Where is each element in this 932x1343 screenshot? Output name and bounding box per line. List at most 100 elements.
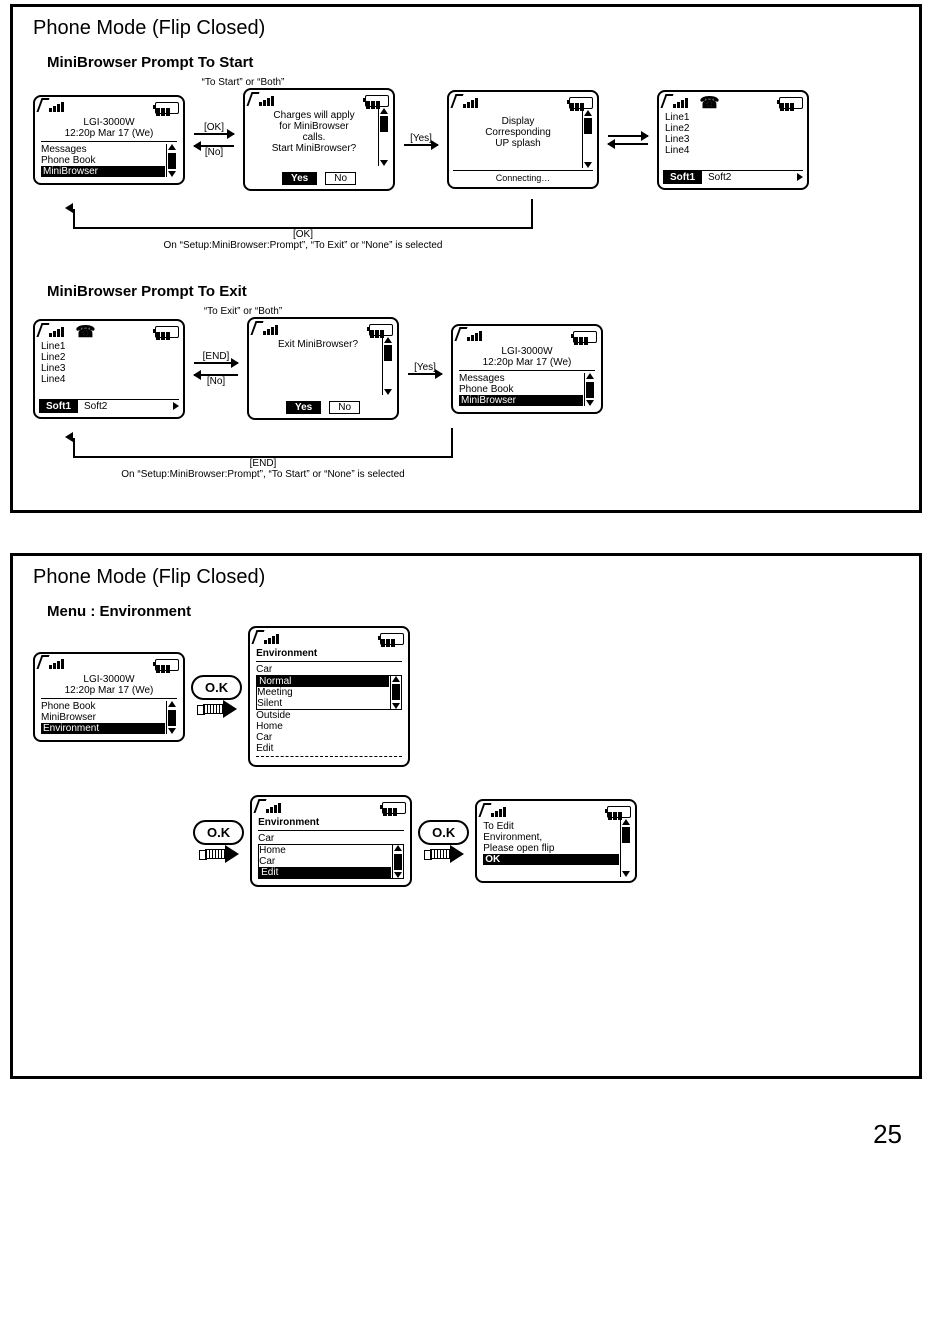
prompt-line: calls. bbox=[251, 132, 377, 143]
phone-screen-lines-a: ☎ Line1 Line2 Line3 Line4 Soft1 Soft2 bbox=[657, 90, 809, 190]
env-current: Car bbox=[258, 833, 404, 844]
env-item[interactable]: Silent bbox=[257, 698, 389, 709]
ok-pill[interactable]: O.K bbox=[193, 820, 244, 845]
label-no-b: [No] bbox=[207, 376, 225, 387]
menu-item-selected[interactable]: MiniBrowser bbox=[41, 166, 165, 177]
label-yes-b: [Yes] bbox=[414, 362, 436, 373]
yes-button[interactable]: Yes bbox=[286, 401, 321, 414]
signal-icon bbox=[263, 323, 285, 335]
top-label-b: “To Exit” or “Both” bbox=[153, 306, 333, 317]
env-item[interactable]: Meeting bbox=[257, 687, 389, 698]
antenna-icon bbox=[246, 92, 259, 106]
menu-item-selected[interactable]: Environment bbox=[41, 723, 165, 734]
antenna-icon bbox=[250, 321, 263, 335]
ok-pill[interactable]: O.K bbox=[191, 675, 242, 700]
label-end: [END] bbox=[203, 351, 230, 362]
yes-button[interactable]: Yes bbox=[282, 172, 317, 185]
label-end-low: [END] bbox=[250, 458, 277, 469]
menu-item[interactable]: Phone Book bbox=[41, 701, 165, 712]
scrollbar[interactable] bbox=[166, 144, 177, 177]
line-item: Line3 bbox=[665, 134, 801, 145]
no-button[interactable]: No bbox=[329, 401, 360, 414]
antenna-icon bbox=[36, 323, 49, 337]
env-item[interactable]: Home bbox=[259, 845, 391, 856]
no-button[interactable]: No bbox=[325, 172, 356, 185]
env-item[interactable]: Car bbox=[256, 732, 402, 743]
line-item: Line1 bbox=[41, 341, 177, 352]
home-time: 12:20p Mar 17 (We) bbox=[41, 685, 177, 696]
menu-item[interactable]: Messages bbox=[459, 373, 583, 384]
msg-line: Please open flip bbox=[483, 843, 619, 854]
env-current: Car bbox=[256, 664, 402, 675]
prompt-line: Start MiniBrowser? bbox=[251, 143, 377, 154]
battery-icon bbox=[573, 331, 597, 343]
phone-screen-env-list: Environment Car Normal Meeting Silent Ou… bbox=[248, 626, 410, 767]
panel-phone-mode-1: Phone Mode (Flip Closed) MiniBrowser Pro… bbox=[10, 4, 922, 513]
antenna-icon bbox=[450, 94, 463, 108]
phone-screen-lines-b: ☎ Line1 Line2 Line3 Line4 Soft1 Soft2 bbox=[33, 319, 185, 419]
signal-icon bbox=[491, 805, 513, 817]
arrow-icon bbox=[424, 845, 464, 863]
menu-item[interactable]: Phone Book bbox=[459, 384, 583, 395]
scrollbar[interactable] bbox=[378, 108, 389, 166]
label-yes: [Yes] bbox=[410, 133, 432, 144]
splash-line: Corresponding bbox=[455, 127, 581, 138]
scrollbar[interactable] bbox=[390, 676, 401, 709]
line-item: Line2 bbox=[665, 123, 801, 134]
antenna-icon bbox=[36, 655, 49, 669]
page-number: 25 bbox=[873, 1119, 902, 1150]
phone-screen-splash: Display Corresponding UP splash Connecti… bbox=[447, 90, 599, 189]
home-title: LGI-3000W bbox=[459, 346, 595, 357]
signal-icon bbox=[266, 801, 288, 813]
prompt-line: for MiniBrowser bbox=[251, 121, 377, 132]
phone-screen-open-flip: To Edit Environment, Please open flip OK bbox=[475, 799, 637, 883]
more-icon[interactable] bbox=[173, 402, 179, 410]
phone-screen-env-edit: Environment Car Home Car Edit bbox=[250, 795, 412, 887]
scrollbar[interactable] bbox=[584, 373, 595, 406]
menu-item[interactable]: Phone Book bbox=[41, 155, 165, 166]
home-title: LGI-3000W bbox=[41, 117, 177, 128]
env-item[interactable]: Outside bbox=[256, 710, 402, 721]
antenna-icon bbox=[254, 799, 267, 813]
signal-icon bbox=[264, 632, 286, 644]
label-no: [No] bbox=[205, 147, 223, 158]
scrollbar[interactable] bbox=[382, 337, 393, 395]
section-heading-env: Menu : Environment bbox=[47, 603, 899, 620]
phone-screen-home-b: LGI-3000W 12:20p Mar 17 (We) Messages Ph… bbox=[451, 324, 603, 414]
env-item-selected[interactable]: Edit bbox=[259, 867, 391, 878]
section-heading-start: MiniBrowser Prompt To Start bbox=[47, 54, 899, 71]
signal-icon bbox=[673, 96, 695, 108]
battery-icon bbox=[380, 633, 404, 645]
scrollbar[interactable] bbox=[392, 845, 403, 878]
line-item: Line4 bbox=[665, 145, 801, 156]
menu-item[interactable]: Messages bbox=[41, 144, 165, 155]
scrollbar[interactable] bbox=[166, 701, 177, 734]
env-item[interactable]: Edit bbox=[256, 743, 402, 754]
signal-icon bbox=[49, 100, 71, 112]
more-icon[interactable] bbox=[797, 173, 803, 181]
env-item[interactable]: Car bbox=[259, 856, 391, 867]
soft1-button[interactable]: Soft1 bbox=[39, 400, 78, 413]
section-heading-exit: MiniBrowser Prompt To Exit bbox=[47, 283, 899, 300]
scrollbar[interactable] bbox=[620, 819, 631, 877]
top-label-a: “To Start” or “Both” bbox=[153, 77, 333, 88]
battery-icon bbox=[569, 97, 593, 109]
antenna-icon bbox=[454, 327, 467, 341]
home-title: LGI-3000W bbox=[41, 674, 177, 685]
soft2-button[interactable]: Soft2 bbox=[702, 172, 737, 183]
ok-button[interactable]: OK bbox=[483, 854, 619, 865]
battery-icon bbox=[155, 102, 179, 114]
menu-item[interactable]: MiniBrowser bbox=[41, 712, 165, 723]
antenna-icon bbox=[479, 803, 492, 817]
line-item: Line1 bbox=[665, 112, 801, 123]
soft1-button[interactable]: Soft1 bbox=[663, 171, 702, 184]
env-item[interactable]: Home bbox=[256, 721, 402, 732]
phone-screen-home-a: LGI-3000W 12:20p Mar 17 (We) Messages Ph… bbox=[33, 95, 185, 185]
splash-line: UP splash bbox=[455, 138, 581, 149]
home-time: 12:20p Mar 17 (We) bbox=[459, 357, 595, 368]
menu-item-selected[interactable]: MiniBrowser bbox=[459, 395, 583, 406]
env-item-selected[interactable]: Normal bbox=[257, 676, 389, 687]
ok-pill[interactable]: O.K bbox=[418, 820, 469, 845]
soft2-button[interactable]: Soft2 bbox=[78, 401, 113, 412]
scrollbar[interactable] bbox=[582, 110, 593, 168]
